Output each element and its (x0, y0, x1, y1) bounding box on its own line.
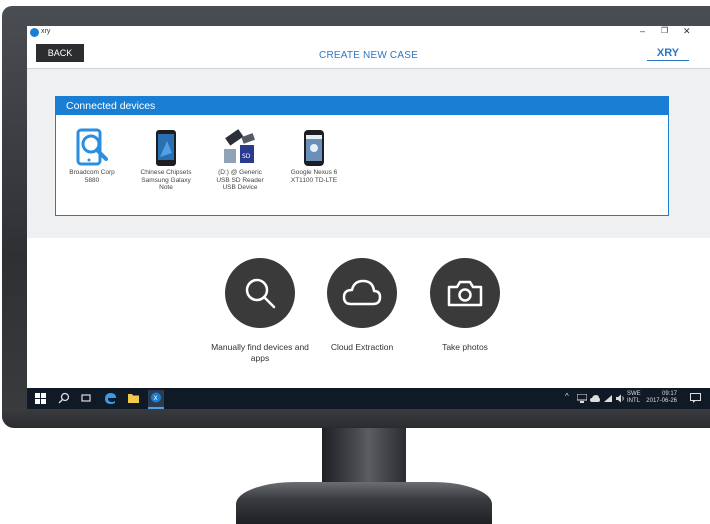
device-google-nexus[interactable]: Google Nexus 6 XT1100 TD-LTE (288, 127, 340, 184)
panel-title: Connected devices (56, 97, 668, 115)
fingerprint-scanner-icon (66, 127, 118, 169)
file-explorer-icon[interactable] (127, 392, 140, 404)
action-label: Cloud Extraction (330, 342, 394, 352)
action-center-icon[interactable] (690, 393, 701, 403)
keyboard-layout: INTL (627, 398, 641, 404)
monitor-stand-neck (322, 428, 406, 490)
xry-logo: XRY (647, 46, 689, 61)
monitor-chin (2, 408, 710, 428)
actions-area: Manually find devices and apps Cloud Ext… (27, 238, 710, 388)
devices-area: Connected devices Broadcom Corp 5880 Chi… (27, 69, 710, 238)
cloud-icon (327, 258, 397, 328)
app-header: BACK CREATE NEW CASE XRY (27, 40, 710, 69)
window-title: xry (41, 28, 51, 35)
task-view-icon[interactable] (80, 392, 92, 404)
language-code: SWE (627, 391, 641, 397)
app-screen: xry – ❐ ✕ BACK CREATE NEW CASE XRY Conne… (27, 26, 710, 409)
keyboard-language[interactable]: SWE INTL (627, 391, 641, 405)
device-chinese-chipsets[interactable]: Chinese Chipsets Samsung Galaxy Note (140, 127, 192, 192)
wifi-icon[interactable] (603, 394, 613, 403)
usb-sd-card-icon: SD (214, 127, 266, 169)
action-label: Take photos (442, 342, 488, 352)
svg-text:X: X (154, 395, 158, 402)
device-label: Chinese Chipsets Samsung Galaxy Note (140, 169, 192, 191)
device-broadcom[interactable]: Broadcom Corp 5880 (66, 127, 118, 184)
title-bar: xry – ❐ ✕ (27, 26, 710, 40)
device-usb-sd-reader[interactable]: SD (D:) @ Generic USB SD Reader USB Devi… (214, 127, 266, 192)
maximize-button[interactable]: ❐ (661, 26, 668, 35)
xry-taskbar-button[interactable]: X (148, 390, 164, 409)
cloud-sync-icon[interactable] (590, 394, 600, 403)
search-icon[interactable] (58, 392, 70, 404)
close-button[interactable]: ✕ (683, 26, 691, 37)
clock-time: 09:17 (661, 391, 677, 397)
app-logo-icon (30, 28, 39, 37)
windows-start-icon[interactable] (35, 393, 46, 404)
android-phone-icon (140, 127, 192, 169)
chevron-up-icon[interactable]: ^ (565, 393, 569, 401)
android-phone-icon (288, 127, 340, 169)
clock-date: 2017-06-26 (646, 398, 677, 404)
minimize-button[interactable]: – (640, 26, 645, 36)
device-label: Broadcom Corp 5880 (69, 169, 115, 184)
svg-text:SD: SD (242, 153, 251, 160)
camera-icon (430, 258, 500, 328)
manual-find-button[interactable]: Manually find devices and apps (210, 258, 310, 364)
windows-taskbar: X ^ SWE INTL 09:17 2017-06-26 (27, 388, 710, 409)
page-title: CREATE NEW CASE (319, 50, 418, 61)
connected-devices-panel: Connected devices Broadcom Corp 5880 Chi… (55, 96, 669, 216)
clock[interactable]: 09:17 2017-06-26 (643, 391, 677, 405)
cloud-extraction-button[interactable]: Cloud Extraction (312, 258, 412, 353)
volume-icon[interactable] (615, 394, 625, 403)
search-icon (225, 258, 295, 328)
take-photos-button[interactable]: Take photos (415, 258, 515, 353)
monitor-stand-base (236, 482, 492, 524)
device-label: Google Nexus 6 XT1100 TD-LTE (290, 169, 338, 184)
device-label: (D:) @ Generic USB SD Reader USB Device (216, 169, 264, 191)
network-icon[interactable] (577, 394, 587, 403)
edge-browser-icon[interactable] (103, 391, 117, 405)
action-label: Manually find devices and apps (211, 342, 309, 363)
